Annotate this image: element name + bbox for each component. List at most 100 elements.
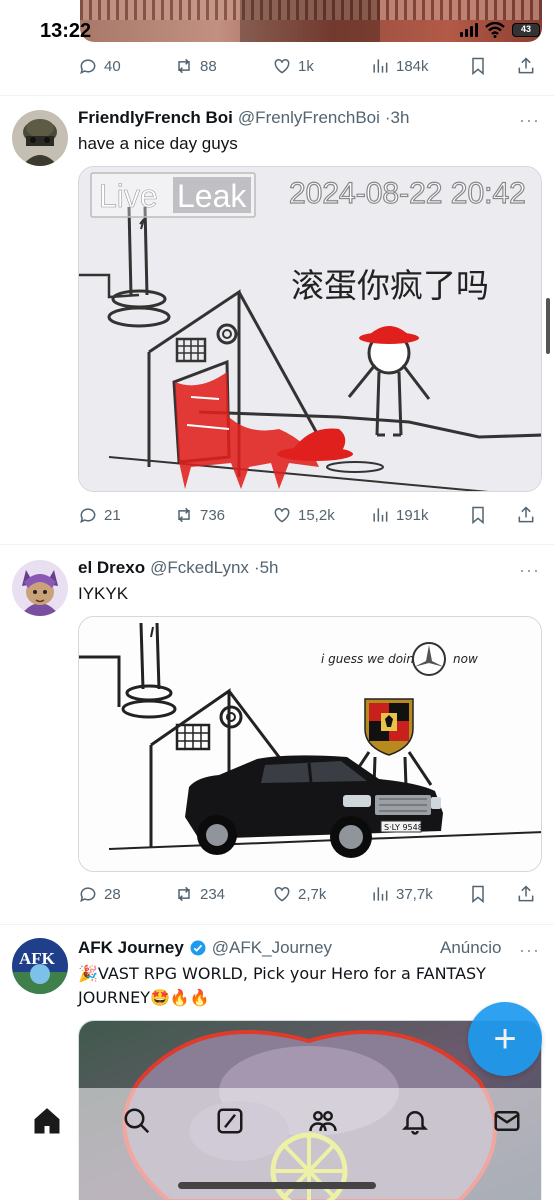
share-button[interactable] xyxy=(516,884,536,904)
nav-search[interactable] xyxy=(122,1106,152,1136)
meme-caption-left: i guess we doin xyxy=(321,652,414,666)
tweet-header: el Drexo @FckedLynx ·5h xyxy=(78,558,540,578)
like-count: 15,2k xyxy=(298,506,335,524)
heart-icon xyxy=(274,886,290,902)
communities-icon xyxy=(309,1111,337,1132)
plus-icon: + xyxy=(493,1016,517,1061)
bookmark-icon xyxy=(472,506,484,525)
reply-button[interactable]: 40 xyxy=(78,56,121,76)
divider xyxy=(0,924,554,925)
reply-count: 28 xyxy=(104,885,121,903)
nav-notifications[interactable] xyxy=(400,1106,430,1136)
author-name[interactable]: FriendlyFrench Boi xyxy=(78,108,233,128)
views-icon xyxy=(373,59,388,73)
views-count: 37,7k xyxy=(396,885,433,903)
avatar[interactable] xyxy=(12,110,68,166)
views-icon xyxy=(373,508,388,522)
author-handle[interactable]: @FrenlyFrenchBoi xyxy=(238,108,380,128)
divider xyxy=(0,95,554,96)
home-icon xyxy=(34,1108,60,1134)
tweet-text: IYKYK xyxy=(78,584,129,603)
reply-button[interactable]: 28 xyxy=(78,884,121,904)
compose-button[interactable]: + xyxy=(468,1002,542,1076)
views-count: 191k xyxy=(396,506,429,524)
views-button[interactable]: 191k xyxy=(370,505,429,525)
more-icon[interactable]: ··· xyxy=(519,110,540,131)
like-button[interactable]: 1k xyxy=(272,56,314,76)
avatar[interactable] xyxy=(12,560,68,616)
retweet-button[interactable]: 88 xyxy=(174,56,217,76)
bookmark-button[interactable] xyxy=(468,884,488,904)
avatar-label: AFK xyxy=(19,949,56,968)
nav-communities[interactable] xyxy=(308,1106,338,1136)
like-button[interactable]: 15,2k xyxy=(272,505,335,525)
home-indicator[interactable] xyxy=(178,1182,376,1189)
tweet-text: 🎉VAST RPG WORLD, Pick your Hero for a FA… xyxy=(78,964,486,1007)
tweet-actions: 28 234 2,7k 37,7k xyxy=(78,882,538,906)
heart-icon xyxy=(274,507,290,523)
avatar[interactable]: AFK xyxy=(12,938,68,994)
retweet-count: 88 xyxy=(200,57,217,75)
like-count: 1k xyxy=(298,57,314,75)
retweet-icon xyxy=(178,886,190,902)
author-handle[interactable]: @FckedLynx xyxy=(150,558,249,578)
like-count: 2,7k xyxy=(298,885,327,903)
wifi-icon xyxy=(485,22,505,38)
previous-tweet-actions: 40 88 1k 184k xyxy=(78,54,538,78)
scroll-indicator[interactable] xyxy=(546,298,550,354)
retweet-icon xyxy=(178,507,190,523)
views-button[interactable]: 184k xyxy=(370,56,429,76)
share-button[interactable] xyxy=(516,505,536,525)
author-name[interactable]: el Drexo xyxy=(78,558,145,578)
author-name[interactable]: AFK Journey xyxy=(78,938,184,958)
bookmark-icon xyxy=(472,885,484,904)
nav-grok[interactable] xyxy=(215,1106,245,1136)
more-icon[interactable]: ··· xyxy=(519,940,540,961)
bell-icon xyxy=(401,1111,429,1135)
license-plate: S·LY 9548 xyxy=(384,823,423,832)
tweet-image[interactable]: i guess we doin now S·LY 9548 xyxy=(78,616,542,872)
reply-icon xyxy=(80,508,96,524)
signal-icon xyxy=(460,23,478,37)
reply-button[interactable]: 21 xyxy=(78,505,121,525)
retweet-button[interactable]: 736 xyxy=(174,505,225,525)
tweet-time: ·5h xyxy=(253,558,279,577)
tweet-text: have a nice day guys xyxy=(78,134,238,153)
grok-icon xyxy=(217,1108,243,1134)
author-handle[interactable]: @AFK_Journey xyxy=(212,938,332,958)
tweet-actions: 21 736 15,2k 191k xyxy=(78,503,538,527)
heart-icon xyxy=(274,58,290,74)
divider xyxy=(0,544,554,545)
tweet-image[interactable]: Live Leak 2024-08-22 20:42 滚蛋你疯了吗 xyxy=(78,166,542,492)
retweet-count: 736 xyxy=(200,506,226,524)
share-icon xyxy=(518,885,534,902)
views-icon xyxy=(373,887,388,901)
views-count: 184k xyxy=(396,57,429,75)
retweet-button[interactable]: 234 xyxy=(174,884,225,904)
bookmark-icon xyxy=(472,57,484,76)
nav-messages[interactable] xyxy=(492,1106,522,1136)
share-icon xyxy=(518,57,534,74)
bookmark-button[interactable] xyxy=(468,505,488,525)
nav-home[interactable] xyxy=(32,1106,62,1136)
search-icon xyxy=(124,1108,150,1134)
share-button[interactable] xyxy=(516,56,536,76)
share-icon xyxy=(518,506,534,523)
more-icon[interactable]: ··· xyxy=(519,560,540,581)
bookmark-button[interactable] xyxy=(468,56,488,76)
reply-count: 21 xyxy=(104,506,121,524)
tweet-time: ·3h xyxy=(384,108,410,127)
retweet-icon xyxy=(178,58,190,74)
status-icons: 43 xyxy=(460,22,540,38)
retweet-count: 234 xyxy=(200,885,226,903)
views-button[interactable]: 37,7k xyxy=(370,884,433,904)
reply-icon xyxy=(80,59,96,75)
watermark-leak: Leak xyxy=(177,178,247,214)
reply-count: 40 xyxy=(104,57,121,75)
tweet-header: FriendlyFrench Boi @FrenlyFrenchBoi ·3h xyxy=(78,108,540,128)
mail-icon xyxy=(494,1111,520,1131)
like-button[interactable]: 2,7k xyxy=(272,884,326,904)
ad-label: Anúncio xyxy=(440,938,502,957)
meme-caption-right: now xyxy=(453,652,478,666)
meme-caption: 滚蛋你疯了吗 xyxy=(291,266,489,305)
